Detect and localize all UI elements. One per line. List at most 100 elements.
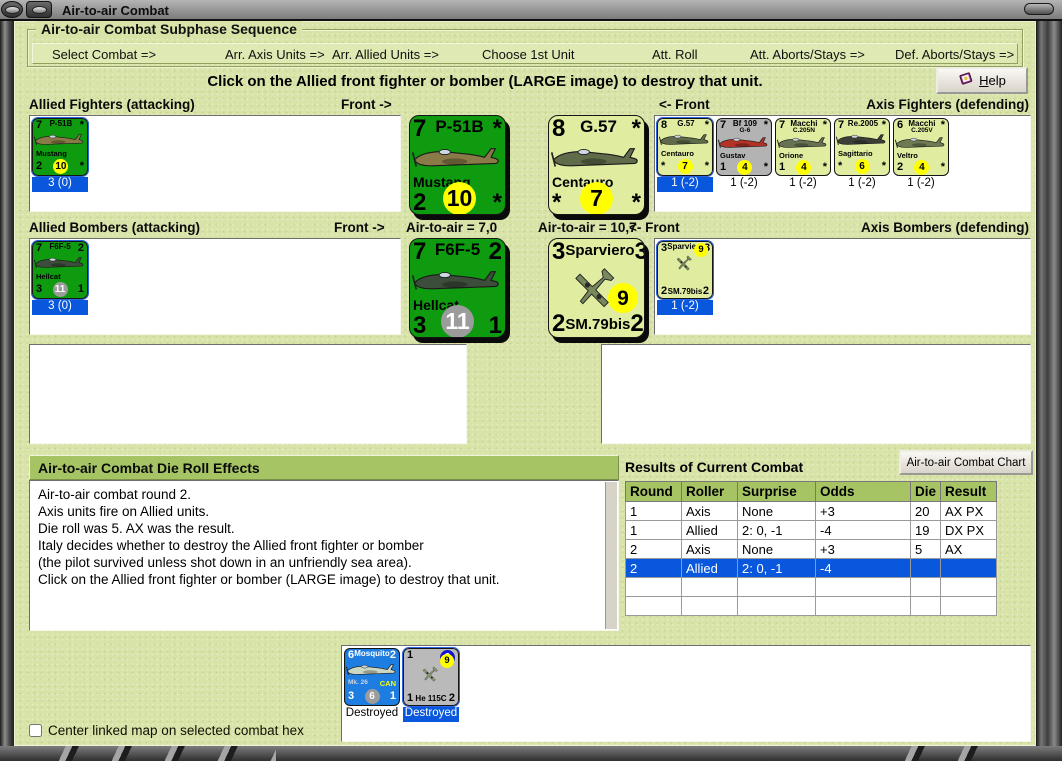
results-cell: Axis — [681, 539, 738, 559]
rating-circle: 9 — [608, 283, 638, 313]
counter-bottom-row: 2 4 * — [894, 159, 948, 175]
unit-counter[interactable]: 7 F6F-5 2 Hellcat 3 11 1 3 (0) — [31, 240, 89, 315]
rating-circle: 4 — [914, 160, 930, 175]
results-cell: 20 — [909, 501, 942, 521]
unit-counter-large[interactable]: 8 G.57 * Centauro * 7 * — [548, 115, 645, 215]
results-cell: Axis — [681, 501, 738, 521]
counter-top-right-value: * — [492, 115, 502, 142]
unit-counter-large[interactable]: 7 F6F-5 2 Hellcat 3 11 1 — [409, 238, 506, 338]
counter-bottom-row: * 7 * — [549, 182, 644, 215]
frame-stripes-right — [872, 746, 1002, 761]
unit-counter-large[interactable]: 3Sparviero392SM.79bis2 — [548, 238, 645, 338]
results-cell: +3 — [815, 501, 911, 521]
results-row[interactable]: 2 Axis None +3 5 AX — [625, 539, 998, 559]
allied-front-fighter-slot: 7 P-51B * Mustang 2 10 * — [409, 115, 506, 215]
results-cell — [815, 596, 911, 616]
results-cell — [815, 577, 911, 597]
counter-bottom-left-value: * — [552, 188, 562, 215]
counter-bottom-row: 1 4 * — [717, 159, 771, 175]
unit-counter[interactable]: 3Sparviero392SM.79bis21 (-2) — [656, 240, 714, 315]
results-cell: 2: 0, -1 — [737, 558, 816, 578]
counter-top-right-value: * — [940, 119, 945, 131]
results-cell: 2 — [625, 558, 682, 578]
counter-bottom-right-value: * — [763, 161, 768, 174]
results-cell: None — [737, 501, 816, 521]
combat-chart-button[interactable]: Air-to-air Combat Chart — [899, 450, 1033, 475]
unit-counter[interactable]: 7 Bf 109 G-6 * Gustav 1 4 * 1 (-2) — [716, 118, 772, 192]
results-empty-row — [625, 596, 998, 616]
center-map-checkbox[interactable] — [29, 724, 42, 737]
results-row[interactable]: 1 Allied 2: 0, -1 -4 19 DX PX — [625, 520, 998, 540]
counter-mark-text: Mk. 26 — [348, 679, 368, 687]
counter-bottom-row: 3 11 1 — [410, 305, 505, 337]
counter-nationality: CAN — [379, 678, 396, 688]
die-roll-scrollbar[interactable] — [605, 482, 617, 629]
counter-status: 1 (-2) — [789, 177, 817, 189]
rating-circle: 7 — [580, 182, 613, 214]
results-header-cell: Die — [909, 481, 942, 502]
game-window: Air-to-air Combat Air-to-air Combat Subp… — [0, 0, 1062, 761]
counter-bottom-left-value: 2 — [413, 188, 427, 215]
sequence-strip: Select Combat => Arr. Axis Units => Arr. A… — [32, 43, 1018, 64]
results-row[interactable]: 1 Axis None +3 20 AX PX — [625, 501, 998, 521]
counter-face: 6 Macchi C.205V * Veltro 2 4 * — [893, 118, 949, 176]
counter-face: 8 G.57 * Centauro * 7 * — [656, 117, 714, 177]
counter-bottom-right-value: 1 — [77, 283, 84, 295]
unit-counter[interactable]: 6 Macchi C.205V * Veltro 2 4 * 1 (-2) — [893, 118, 949, 192]
window-corner-knob[interactable] — [1, 1, 23, 18]
window-frame-left — [0, 21, 14, 761]
results-header-row: Round Roller Surprise Odds Die Result — [625, 481, 998, 502]
plane-image — [835, 131, 889, 149]
counter-top-right-value: * — [881, 119, 886, 131]
plane-image: 9 — [404, 654, 458, 683]
unit-counter[interactable]: 7 P-51B * Mustang 2 10 * 3 (0) — [31, 117, 89, 192]
axis-fighters-label: Axis Fighters (defending) — [866, 97, 1029, 112]
unit-counter[interactable]: 6 Mosquito 2 Mk. 26 CAN 3 6 1 Destroyed — [344, 648, 400, 722]
plane-image — [776, 134, 830, 152]
counter-bottom-left-value: * — [838, 160, 843, 172]
counter-label-text: Veltro — [897, 150, 918, 160]
results-row[interactable]: 2 Allied 2: 0, -1 -4 — [625, 558, 998, 578]
unit-counter[interactable]: 1 2 9 1He 115C2 Destroyed — [402, 647, 460, 722]
rating-circle: 11 — [52, 282, 68, 297]
sequence-step: Arr. Axis Units => — [225, 47, 325, 62]
die-roll-line: Air-to-air combat round 2. — [38, 487, 192, 502]
counter-name: G.57 — [580, 117, 617, 136]
knob-oval-icon — [4, 5, 20, 14]
counter-top-right-value: * — [79, 119, 84, 131]
counter-status: 1 (-2) — [657, 300, 713, 315]
counter-bottom-right-value: 2 — [630, 310, 644, 337]
sequence-step: Arr. Allied Units => — [332, 47, 439, 62]
counter-label-text: Orione — [779, 150, 804, 160]
counter-bottom-right-value: 1 — [389, 690, 396, 702]
die-roll-effects-text: Air-to-air combat round 2. Axis units fir… — [29, 480, 619, 631]
unit-counter[interactable]: 7 Re.2005 * Sagittario * 6 * 1 (-2) — [834, 118, 890, 192]
unit-counter[interactable]: 8 G.57 * Centauro * 7 * 1 (-2) — [656, 117, 714, 192]
results-title: Results of Current Combat — [625, 459, 804, 475]
results-cell — [681, 577, 738, 597]
window-menu-icon — [31, 5, 47, 14]
counter-status: 1 (-2) — [657, 177, 713, 192]
plane-image — [658, 131, 712, 149]
rating-circle: 10 — [443, 182, 476, 214]
counter-name: Macchi C.205N — [785, 120, 823, 134]
counter-name: F6F-5 — [434, 240, 481, 259]
counter-face: 7 Bf 109 G-6 * Gustav 1 4 * — [716, 118, 772, 176]
counter-name: Bf 109 G-6 — [726, 120, 764, 134]
counter-face: 7 P-51B * Mustang 2 10 * — [409, 115, 506, 215]
results-cell: DX PX — [940, 520, 998, 540]
unit-counter[interactable]: 7 Macchi C.205N * Orione 1 4 * 1 (-2) — [775, 118, 831, 192]
counter-bottom-left-value: 2 — [552, 310, 566, 337]
plane-image: 9 — [549, 264, 644, 313]
window-menu-button[interactable] — [26, 1, 52, 18]
unit-counter-large[interactable]: 7 P-51B * Mustang 2 10 * — [409, 115, 506, 215]
help-button[interactable]: Help — [936, 67, 1028, 94]
counter-bottom-left-value: 3 — [36, 283, 43, 295]
counter-name: Sparviero — [565, 242, 635, 259]
bombers-front-left-label: Front -> — [334, 220, 385, 235]
frame-stripes-left — [26, 746, 276, 761]
counter-top-row: 7 F6F-5 2 — [33, 242, 87, 254]
sequence-step: Att. Aborts/Stays => — [750, 47, 865, 62]
plane-image — [410, 264, 505, 298]
counter-status: 1 (-2) — [907, 177, 935, 189]
